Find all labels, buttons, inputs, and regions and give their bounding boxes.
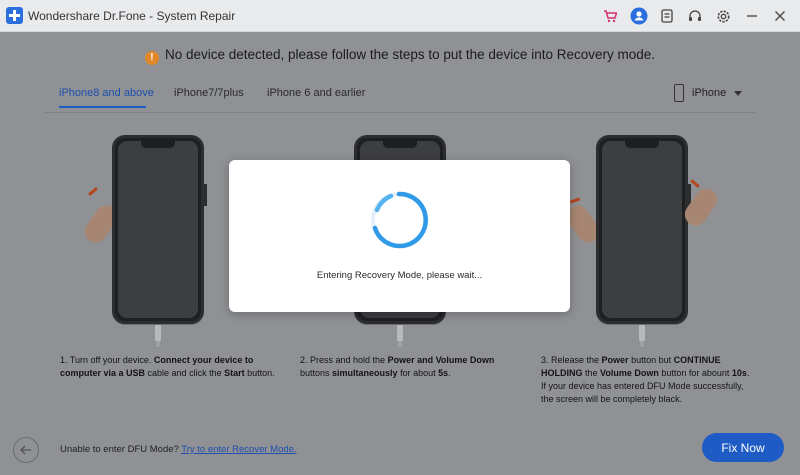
- fix-now-button[interactable]: Fix Now: [702, 433, 784, 462]
- step-1-instructions: 1. Turn off your device. Connect your de…: [60, 355, 275, 378]
- usb-cable-illustration: [155, 325, 161, 347]
- usb-cable-illustration: [397, 325, 403, 347]
- active-tab-indicator: [59, 106, 146, 108]
- gear-icon[interactable]: [713, 6, 733, 26]
- tab-iphone8-and-above[interactable]: iPhone8 and above: [59, 87, 154, 99]
- title-bar: Wondershare Dr.Fone - System Repair: [0, 0, 800, 32]
- back-arrow-icon: [20, 445, 31, 455]
- back-button[interactable]: [13, 437, 39, 463]
- app-logo-icon: [6, 7, 23, 24]
- notice-text: No device detected, please follow the st…: [164, 47, 656, 62]
- window-title: Wondershare Dr.Fone - System Repair: [28, 9, 236, 23]
- tabs-divider: [44, 112, 756, 113]
- warning-icon: !: [144, 51, 159, 65]
- dialog-message: Entering Recovery Mode, please wait...: [316, 270, 483, 281]
- headset-icon[interactable]: [685, 6, 705, 26]
- press-arrow-icon: [690, 179, 700, 188]
- dfu-help-label: Unable to enter DFU Mode?: [60, 444, 182, 455]
- recovery-mode-dialog: Entering Recovery Mode, please wait...: [229, 160, 570, 312]
- phone-illustration-step3: [596, 135, 691, 324]
- no-device-notice: ! No device detected, please follow the s…: [0, 47, 800, 65]
- recover-mode-link[interactable]: Try to enter Recover Mode.: [181, 444, 296, 455]
- usb-cable-illustration: [639, 325, 645, 347]
- minimize-icon[interactable]: [742, 6, 762, 26]
- tab-iphone6-and-earlier[interactable]: iPhone 6 and earlier: [267, 87, 365, 99]
- step-2-instructions: 2. Press and hold the Power and Volume D…: [300, 355, 495, 378]
- tab-iphone7-7plus[interactable]: iPhone7/7plus: [174, 87, 244, 99]
- release-arrow-icon: [569, 197, 581, 204]
- step-3-instructions: 3. Release the Power button but CONTINUE…: [541, 355, 750, 404]
- press-arrow-icon: [88, 187, 98, 196]
- device-type-select[interactable]: iPhone: [674, 82, 743, 104]
- close-icon[interactable]: [770, 6, 790, 26]
- document-icon[interactable]: [657, 6, 677, 26]
- dfu-help-text: Unable to enter DFU Mode? Try to enter R…: [60, 444, 297, 455]
- cart-icon[interactable]: [600, 6, 620, 26]
- phone-icon: [674, 84, 684, 102]
- dropdown-caret-icon: [734, 90, 743, 96]
- device-type-value: iPhone: [692, 87, 727, 99]
- phone-illustration-step1: [112, 135, 207, 324]
- loading-spinner-icon: [371, 191, 428, 249]
- user-avatar-icon[interactable]: [629, 6, 649, 26]
